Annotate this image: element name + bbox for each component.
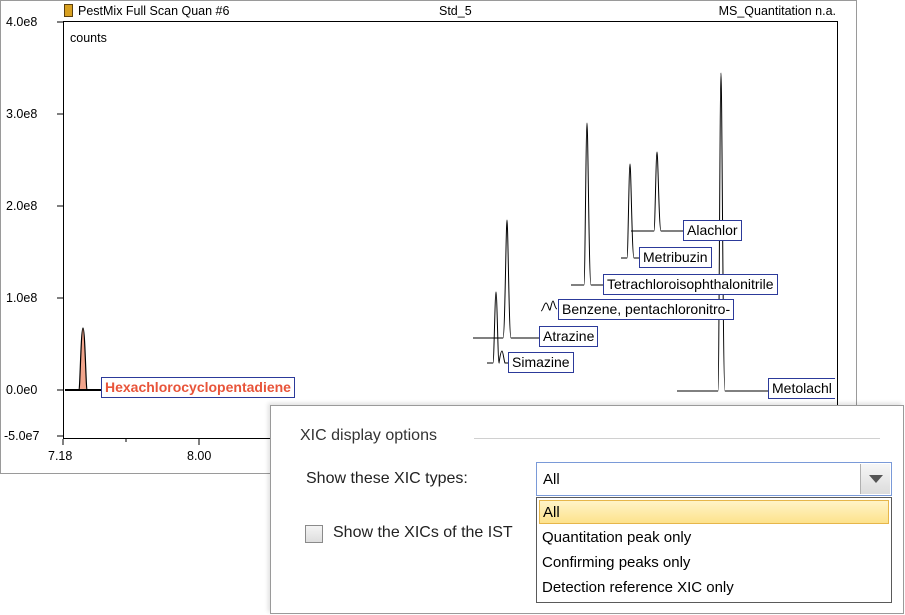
trace-atrazine xyxy=(473,219,541,339)
peak-label-tetrachloroisophthalonitrile[interactable]: Tetrachloroisophthalonitrile xyxy=(603,274,778,295)
peak-label-metolachlor[interactable]: Metolachl xyxy=(768,378,835,399)
x-tick-label: 8.00 xyxy=(187,449,212,463)
dropdown-option-detection-reference-xic-only[interactable]: Detection reference XIC only xyxy=(539,576,889,600)
group-title: XIC display options xyxy=(300,427,437,444)
y-tick-label: 0.0e0 xyxy=(6,383,38,397)
chevron-down-icon xyxy=(869,475,883,483)
xic-types-selected-value: All xyxy=(543,471,560,488)
peak-label-benzene-pentachloronitro[interactable]: Benzene, pentachloronitro- xyxy=(558,299,735,320)
trace-metribuzin xyxy=(621,163,641,259)
trace-tetrachloroisophthalonitrile xyxy=(571,122,603,286)
show-ist-xics-checkbox[interactable] xyxy=(305,525,323,543)
peak-label-hexachlorocyclopentadiene[interactable]: Hexachlorocyclopentadiene xyxy=(101,377,295,398)
peak-label-simazine[interactable]: Simazine xyxy=(508,352,574,373)
show-ist-xics-label[interactable]: Show the XICs of the IST xyxy=(333,524,513,542)
y-tick-label: 4.0e8 xyxy=(6,15,38,29)
trace-benzene-pentachloronitro xyxy=(540,300,558,312)
y-tick-label: -5.0e7 xyxy=(4,429,40,443)
trace-alachlor xyxy=(631,151,683,232)
peak-hexachlorocyclopentadiene xyxy=(65,327,101,391)
y-unit-label: counts xyxy=(70,31,107,45)
peak-label-alachlor[interactable]: Alachlor xyxy=(683,220,742,241)
peak-label-metribuzin[interactable]: Metribuzin xyxy=(639,247,712,268)
dropdown-button[interactable] xyxy=(860,464,890,494)
y-tick-label: 2.0e8 xyxy=(6,199,38,213)
y-tick-label: 1.0e8 xyxy=(6,291,38,305)
chromatogram-window: PestMix Full Scan Quan #6 Std_5 MS_Quant… xyxy=(0,0,857,474)
xic-types-dropdown-list: All Quantitation peak only Confirming pe… xyxy=(536,497,892,603)
xic-types-label: Show these XIC types: xyxy=(306,470,468,487)
dropdown-option-quantitation-peak-only[interactable]: Quantitation peak only xyxy=(539,526,889,550)
dropdown-option-all[interactable]: All xyxy=(539,500,889,524)
xic-display-options-panel: XIC display options Show these XIC types… xyxy=(270,405,904,614)
trace-simazine xyxy=(487,291,509,364)
y-tick-label: 3.0e8 xyxy=(6,107,38,121)
group-divider xyxy=(474,438,880,439)
dropdown-option-confirming-peaks-only[interactable]: Confirming peaks only xyxy=(539,551,889,575)
xic-types-select[interactable]: All xyxy=(536,462,892,496)
peak-label-atrazine[interactable]: Atrazine xyxy=(539,326,599,347)
x-tick-label: 7.18 xyxy=(48,449,73,463)
